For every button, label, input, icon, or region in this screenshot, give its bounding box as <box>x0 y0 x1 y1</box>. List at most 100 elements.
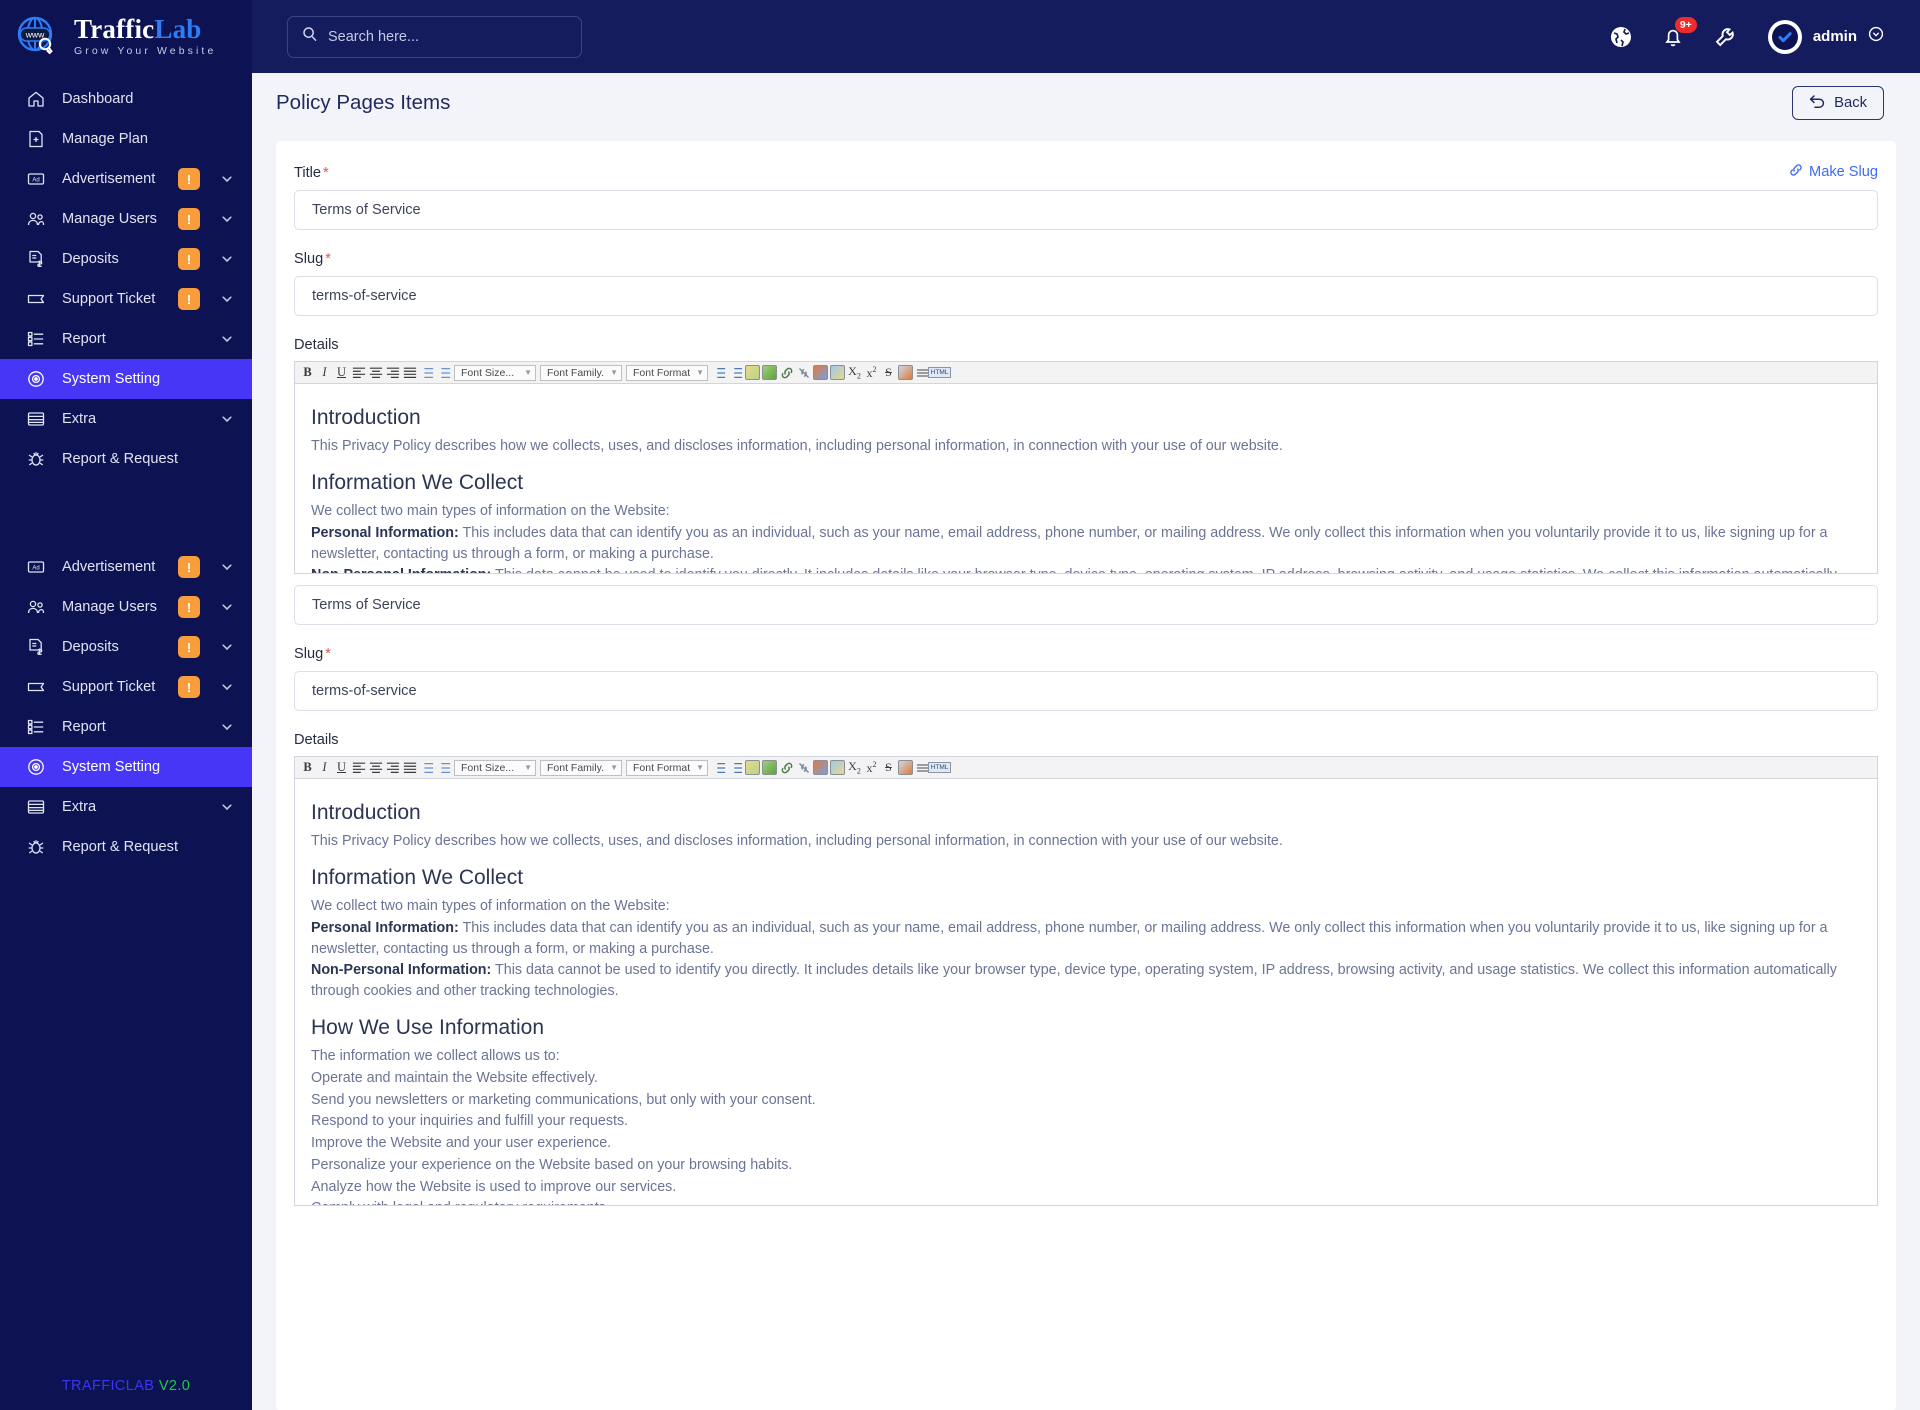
sidebar-item-support-ticket[interactable]: Support Ticket! <box>0 667 252 707</box>
strikethrough-button[interactable]: S <box>880 364 897 382</box>
indent-decrease-button[interactable] <box>727 364 744 382</box>
back-button[interactable]: Back <box>1792 86 1884 120</box>
italic-button[interactable]: I <box>316 364 333 382</box>
italic-button[interactable]: I <box>316 759 333 777</box>
paste-as-text-button[interactable] <box>761 759 778 777</box>
paste-as-text-button[interactable] <box>761 364 778 382</box>
editor-toolbar-2[interactable]: B I U Font Size... ▼ Font Family. ▼ Font Format… <box>295 757 1877 779</box>
sidebar-item-dashboard[interactable]: Dashboard <box>0 79 252 119</box>
search-input[interactable] <box>328 28 567 45</box>
unordered-list-button[interactable] <box>435 759 452 777</box>
unlink-button[interactable] <box>795 364 812 382</box>
bold-button[interactable]: B <box>299 364 316 382</box>
underline-button[interactable]: U <box>333 759 350 777</box>
sidebar-item-manage-plan[interactable]: Manage Plan <box>0 119 252 159</box>
sidebar-item-report[interactable]: Report <box>0 319 252 359</box>
editor-content-2[interactable]: Introduction This Privacy Policy describe… <box>295 779 1877 1205</box>
sidebar-item-extra[interactable]: Extra <box>0 399 252 439</box>
chevron-down-icon[interactable] <box>220 292 234 306</box>
align-center-button[interactable] <box>367 364 384 382</box>
editor-toolbar-1[interactable]: B I U Font Size... ▼ Font Family. ▼ Font Format… <box>295 362 1877 384</box>
font-format-select[interactable]: Font Format ▼ <box>626 364 708 381</box>
text-color-palette-button[interactable] <box>812 364 829 382</box>
chevron-down-icon[interactable] <box>220 720 234 734</box>
indent-increase-button[interactable] <box>710 759 727 777</box>
sidebar-item-advertisement[interactable]: Ad Advertisement! <box>0 547 252 587</box>
chevron-down-icon[interactable] <box>220 252 234 266</box>
align-left-button[interactable] <box>350 759 367 777</box>
superscript-button[interactable]: x2 <box>863 364 880 382</box>
align-right-button[interactable] <box>384 364 401 382</box>
sidebar-item-report[interactable]: Report <box>0 707 252 747</box>
chevron-down-icon[interactable] <box>220 212 234 226</box>
sidebar-item-system-setting[interactable]: System Setting <box>0 359 252 399</box>
chevron-down-icon[interactable] <box>220 332 234 346</box>
chevron-down-icon[interactable] <box>220 640 234 654</box>
chevron-down-icon[interactable] <box>1868 26 1884 47</box>
chevron-down-icon[interactable] <box>220 800 234 814</box>
unlink-button[interactable] <box>795 759 812 777</box>
indent-increase-button[interactable] <box>710 364 727 382</box>
indent-decrease-button[interactable] <box>727 759 744 777</box>
font-family-select[interactable]: Font Family. ▼ <box>540 364 622 381</box>
language-globe-icon[interactable] <box>1608 24 1634 50</box>
sidebar-item-report-request[interactable]: Report & Request <box>0 439 252 479</box>
brand-logo-area[interactable]: www TrafficLab Grow Your Website <box>0 0 252 73</box>
bold-button[interactable]: B <box>299 759 316 777</box>
font-format-select[interactable]: Font Format ▼ <box>626 759 708 776</box>
font-size-select[interactable]: Font Size... ▼ <box>454 759 536 776</box>
text-color-palette-button[interactable] <box>812 759 829 777</box>
paste-from-word-button[interactable] <box>744 759 761 777</box>
superscript-button[interactable]: x2 <box>863 759 880 777</box>
user-menu[interactable]: admin <box>1767 19 1884 54</box>
subscript-button[interactable]: X2 <box>846 759 863 777</box>
sidebar-item-support-ticket[interactable]: Support Ticket! <box>0 279 252 319</box>
sidebar-item-extra[interactable]: Extra <box>0 787 252 827</box>
title-input-2[interactable] <box>294 585 1878 625</box>
link-button[interactable] <box>778 759 795 777</box>
source-html-button[interactable]: HTML <box>927 364 952 382</box>
source-html-button[interactable]: HTML <box>927 759 952 777</box>
settings-wrench-icon[interactable] <box>1712 24 1738 50</box>
underline-button[interactable]: U <box>333 364 350 382</box>
strikethrough-button[interactable]: S <box>880 759 897 777</box>
bg-color-button[interactable] <box>829 364 846 382</box>
editor-content-1[interactable]: Introduction This Privacy Policy describe… <box>295 384 1877 573</box>
chevron-down-icon[interactable] <box>220 412 234 426</box>
details-editor-2[interactable]: B I U Font Size... ▼ Font Family. ▼ Font Format… <box>294 756 1878 1206</box>
details-editor-1[interactable]: B I U Font Size... ▼ Font Family. ▼ Font Format… <box>294 361 1878 574</box>
subscript-button[interactable]: X2 <box>846 364 863 382</box>
make-slug-link[interactable]: Make Slug <box>1789 163 1878 181</box>
sidebar-item-advertisement[interactable]: Ad Advertisement! <box>0 159 252 199</box>
link-button[interactable] <box>778 364 795 382</box>
slug-input-2[interactable] <box>294 671 1878 711</box>
chevron-down-icon[interactable] <box>220 172 234 186</box>
sidebar-item-manage-users[interactable]: Manage Users! <box>0 199 252 239</box>
paste-from-word-button[interactable] <box>744 364 761 382</box>
align-right-button[interactable] <box>384 759 401 777</box>
sidebar-item-system-setting[interactable]: System Setting <box>0 747 252 787</box>
chevron-down-icon[interactable] <box>220 680 234 694</box>
search-box[interactable] <box>287 15 582 58</box>
chevron-down-icon[interactable] <box>220 560 234 574</box>
sidebar-item-report-request[interactable]: Report & Request <box>0 827 252 867</box>
font-size-select[interactable]: Font Size... ▼ <box>454 364 536 381</box>
slug-input-1[interactable] <box>294 276 1878 316</box>
align-justify-button[interactable] <box>401 759 418 777</box>
align-center-button[interactable] <box>367 759 384 777</box>
align-justify-button[interactable] <box>401 364 418 382</box>
sidebar-item-deposits[interactable]: Deposits! <box>0 627 252 667</box>
remove-format-button[interactable] <box>897 759 914 777</box>
ordered-list-button[interactable] <box>418 364 435 382</box>
notifications-bell-icon[interactable]: 9+ <box>1660 16 1697 50</box>
sidebar-item-deposits[interactable]: Deposits! <box>0 239 252 279</box>
font-family-select[interactable]: Font Family. ▼ <box>540 759 622 776</box>
unordered-list-button[interactable] <box>435 364 452 382</box>
ordered-list-button[interactable] <box>418 759 435 777</box>
bg-color-button[interactable] <box>829 759 846 777</box>
align-left-button[interactable] <box>350 364 367 382</box>
title-input-1[interactable] <box>294 190 1878 230</box>
sidebar-item-manage-users[interactable]: Manage Users! <box>0 587 252 627</box>
remove-format-button[interactable] <box>897 364 914 382</box>
chevron-down-icon[interactable] <box>220 600 234 614</box>
